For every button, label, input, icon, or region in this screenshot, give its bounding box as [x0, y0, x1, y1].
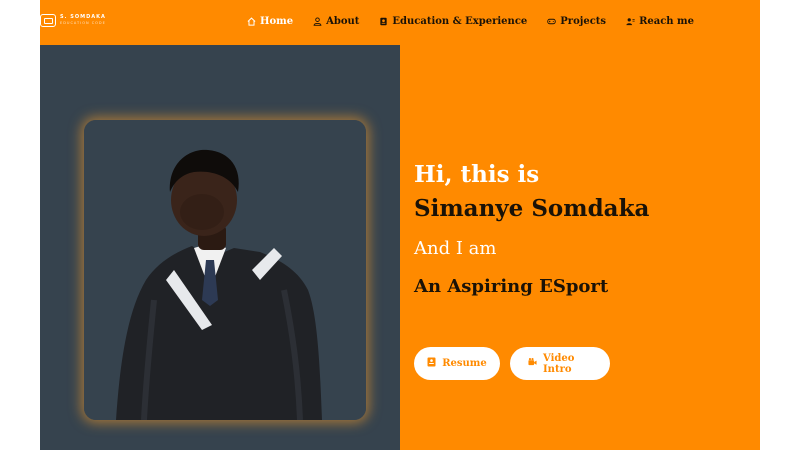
- nav-label-education: Education & Experience: [392, 16, 528, 27]
- resume-button[interactable]: Resume: [414, 347, 500, 380]
- top-navigation-bar: S. SOMDAKA EDUCATION CODE Home About Edu…: [40, 0, 760, 45]
- logo-text: S. SOMDAKA EDUCATION CODE: [60, 15, 106, 26]
- logo-icon: [40, 14, 56, 27]
- nav-label-about: About: [326, 16, 360, 27]
- hero-intro: Hi, this is Simanye Somdaka And I am An …: [414, 158, 649, 300]
- graduate-portrait-image: [84, 120, 366, 420]
- nav-item-projects[interactable]: Projects: [547, 16, 606, 27]
- video-intro-button-label: Video Intro: [543, 352, 575, 375]
- main-nav: Home About Education & Experience Projec…: [247, 16, 714, 27]
- hero-image-panel: [40, 45, 400, 450]
- gamepad-icon: [547, 17, 557, 26]
- document-icon: [427, 357, 436, 370]
- profile-photo: [84, 120, 366, 420]
- nav-item-education[interactable]: Education & Experience: [379, 16, 527, 27]
- video-intro-button[interactable]: Video Intro: [510, 347, 610, 380]
- certificate-icon: [379, 17, 388, 26]
- nav-item-reach-me[interactable]: Reach me: [626, 16, 694, 27]
- contact-icon: [626, 17, 635, 26]
- nav-label-projects: Projects: [560, 16, 607, 27]
- site-logo[interactable]: S. SOMDAKA EDUCATION CODE: [40, 14, 106, 27]
- nav-label-home: Home: [260, 16, 294, 27]
- hero-buttons: Resume Video Intro: [414, 347, 610, 380]
- page-frame: S. SOMDAKA EDUCATION CODE Home About Edu…: [40, 0, 760, 450]
- nav-label-reach-me: Reach me: [639, 16, 694, 27]
- nav-item-home[interactable]: Home: [247, 16, 293, 27]
- home-icon: [247, 17, 256, 26]
- hero-role: An Aspiring ESport: [414, 276, 609, 297]
- user-icon: [313, 17, 322, 26]
- hero-name: Simanye Somdaka: [414, 195, 650, 222]
- logo-tagline: EDUCATION CODE: [60, 21, 106, 26]
- hero-and-i-am: And I am: [414, 238, 497, 259]
- hero-greeting: Hi, this is: [414, 161, 540, 188]
- resume-button-label: Resume: [442, 358, 487, 369]
- nav-item-about[interactable]: About: [313, 16, 359, 27]
- video-camera-icon: [528, 357, 537, 370]
- logo-name: S. SOMDAKA: [60, 14, 106, 21]
